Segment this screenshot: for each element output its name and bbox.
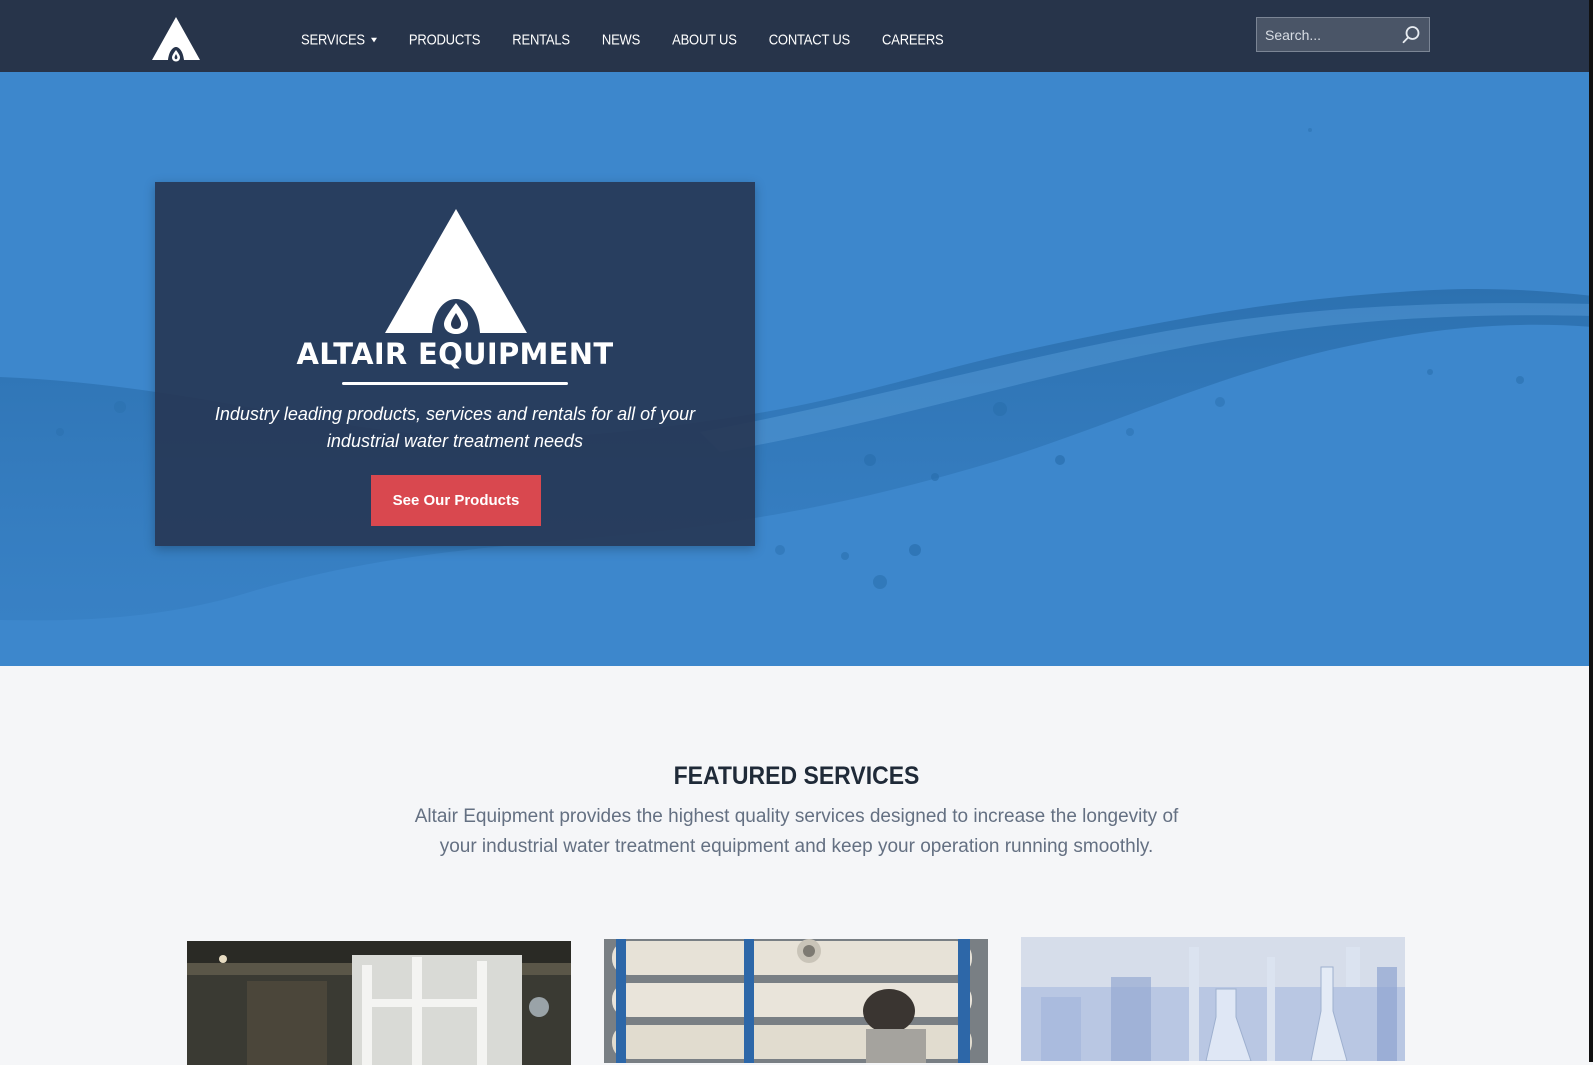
brand-name: ALTAIR EQUIPMENT bbox=[296, 337, 614, 371]
search-box bbox=[1256, 17, 1430, 52]
hero-banner: ALTAIR EQUIPMENT Industry leading produc… bbox=[0, 72, 1593, 666]
see-our-products-button[interactable]: See Our Products bbox=[371, 475, 541, 526]
site-logo-icon[interactable] bbox=[150, 15, 202, 63]
service-image-lab-glassware bbox=[1021, 937, 1405, 1061]
featured-services-description: Altair Equipment provides the highest qu… bbox=[414, 806, 1179, 857]
main-menu: SERVICES PRODUCTS RENTALS NEWS ABOUT US … bbox=[301, 27, 975, 51]
featured-services-title: FEATURED SERVICES bbox=[673, 760, 920, 790]
caret-down-icon bbox=[370, 36, 377, 42]
brand-underline bbox=[342, 382, 568, 385]
hero-tagline: Industry leading products, services and … bbox=[214, 404, 696, 451]
nav-item-services[interactable]: SERVICES bbox=[301, 30, 377, 48]
nav-item-contact-us[interactable]: CONTACT US bbox=[769, 30, 851, 47]
service-card-membrane-service[interactable] bbox=[604, 939, 988, 1063]
nav-item-about-us[interactable]: ABOUT US bbox=[672, 30, 737, 47]
altair-logo-icon bbox=[383, 209, 529, 335]
nav-item-label: SERVICES bbox=[301, 30, 365, 48]
search-icon[interactable] bbox=[1401, 25, 1421, 45]
nav-item-products[interactable]: PRODUCTS bbox=[409, 30, 481, 47]
service-image-membranes bbox=[604, 939, 988, 1063]
service-card-system-build[interactable] bbox=[187, 941, 571, 1065]
search-input[interactable] bbox=[1257, 18, 1397, 51]
hero-card: ALTAIR EQUIPMENT Industry leading produc… bbox=[155, 182, 755, 546]
service-image-skid bbox=[187, 941, 571, 1065]
service-card-lab-analysis[interactable] bbox=[1021, 937, 1405, 1061]
top-navigation: SERVICES PRODUCTS RENTALS NEWS ABOUT US … bbox=[0, 0, 1593, 76]
nav-item-careers[interactable]: CAREERS bbox=[882, 30, 944, 47]
nav-item-news[interactable]: NEWS bbox=[602, 30, 640, 47]
window-edge bbox=[1589, 0, 1593, 1062]
nav-item-rentals[interactable]: RENTALS bbox=[512, 30, 570, 47]
